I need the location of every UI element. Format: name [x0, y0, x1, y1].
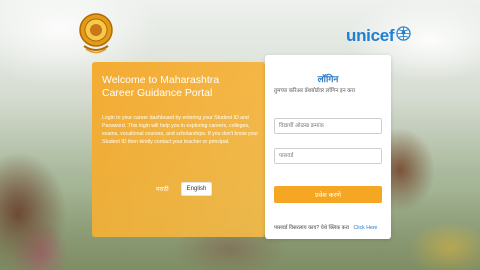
language-marathi-button[interactable]: मराठी [150, 182, 175, 196]
forgot-password-text: पासवर्ड विसरलाय काय? येथे क्लिक करा [274, 225, 350, 231]
login-subtitle: तुमच्या करिअर डॅशबोर्डवर लॉगिन इन करा [274, 88, 356, 94]
forgot-password-link[interactable]: Click Here [354, 225, 378, 231]
welcome-description: Login to your career dashboard by enteri… [102, 115, 259, 145]
login-submit-button[interactable]: प्रवेश करणे [274, 186, 382, 203]
maharashtra-govt-emblem-icon [78, 12, 114, 56]
language-english-button[interactable]: English [180, 182, 213, 196]
student-id-input[interactable] [274, 118, 382, 134]
login-card: लॉगिन तुमच्या करिअर डॅशबोर्डवर लॉगिन इन … [265, 55, 391, 239]
forgot-password-row: पासवर्ड विसरलाय काय? येथे क्लिक करा Clic… [274, 223, 377, 231]
unicef-globe-icon [396, 26, 411, 46]
welcome-title: Welcome to Maharashtra Career Guidance P… [102, 74, 220, 99]
password-input[interactable] [274, 148, 382, 164]
unicef-logo-text: unicef [346, 26, 395, 45]
login-title: लॉगिन [317, 74, 339, 84]
welcome-card: Welcome to Maharashtra Career Guidance P… [92, 62, 265, 237]
language-switcher: मराठी English [150, 182, 213, 196]
unicef-logo: unicef [346, 26, 411, 46]
